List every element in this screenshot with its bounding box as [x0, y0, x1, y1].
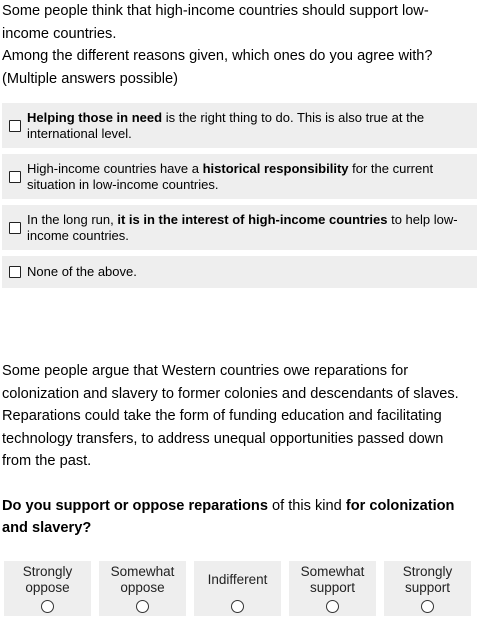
reasons-options: Helping those in need is the right thing… [2, 103, 477, 294]
intro-text: Some people think that high-income count… [2, 0, 472, 90]
reparations-prompt: Do you support or oppose reparations of … [2, 497, 455, 537]
intro-line-1: Some people think that high-income count… [2, 3, 429, 42]
scale-option-indifferent[interactable]: Indifferent [194, 561, 281, 616]
scale-label: Strongly support [402, 563, 453, 595]
radio-button[interactable] [326, 600, 339, 613]
scale-label: Somewhat oppose [110, 563, 175, 595]
checkbox[interactable] [9, 170, 21, 183]
option-label: High-income countries have a historical … [27, 161, 434, 192]
checkbox[interactable] [9, 221, 21, 234]
radio-button[interactable] [136, 600, 149, 613]
radio-button[interactable] [231, 600, 244, 613]
option-interest-of-high-income[interactable]: In the long run, it is in the interest o… [2, 205, 477, 250]
scale-label: Strongly oppose [22, 563, 73, 595]
scale-option-strongly-oppose[interactable]: Strongly oppose [4, 561, 91, 616]
radio-button[interactable] [421, 600, 434, 613]
option-label: In the long run, it is in the interest o… [27, 212, 458, 243]
support-scale: Strongly oppose Somewhat oppose Indiffer… [4, 561, 477, 616]
checkbox[interactable] [9, 265, 21, 278]
reparations-paragraph: Some people argue that Western countries… [2, 363, 459, 469]
reparations-question: Some people argue that Western countries… [2, 360, 475, 562]
intro-line-2: Among the different reasons given, which… [2, 48, 433, 64]
scale-label: Somewhat support [300, 563, 365, 595]
intro-line-3: (Multiple answers possible) [2, 70, 179, 87]
scale-option-strongly-support[interactable]: Strongly support [384, 561, 471, 616]
option-helping-those-in-need[interactable]: Helping those in need is the right thing… [2, 103, 477, 148]
scale-label: Indifferent [207, 571, 268, 587]
option-historical-responsibility[interactable]: High-income countries have a historical … [2, 154, 477, 199]
scale-option-somewhat-oppose[interactable]: Somewhat oppose [99, 561, 186, 616]
checkbox[interactable] [9, 119, 21, 132]
radio-button[interactable] [41, 600, 54, 613]
scale-option-somewhat-support[interactable]: Somewhat support [289, 561, 376, 616]
option-none-of-the-above[interactable]: None of the above. [2, 256, 477, 288]
option-label: None of the above. [27, 264, 137, 279]
option-label: Helping those in need is the right thing… [27, 110, 425, 141]
